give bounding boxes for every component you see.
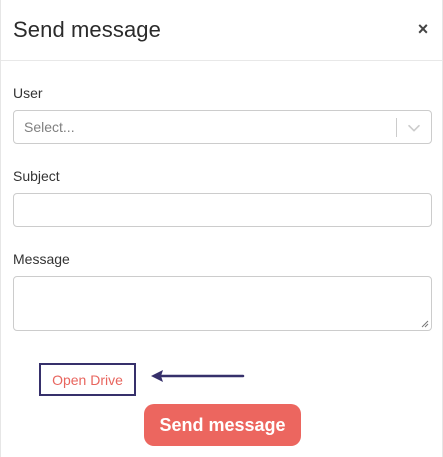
modal-title: Send message: [13, 17, 161, 42]
modal-header: Send message ×: [1, 0, 442, 61]
message-textarea[interactable]: [13, 276, 432, 331]
arrow-left-icon: [151, 370, 245, 382]
close-button[interactable]: ×: [414, 18, 432, 40]
message-label: Message: [13, 251, 70, 267]
user-select[interactable]: Select...: [13, 110, 432, 144]
user-select-placeholder: Select...: [24, 119, 75, 135]
close-icon: ×: [417, 19, 429, 39]
user-label: User: [13, 85, 43, 101]
resize-grip-icon[interactable]: [421, 320, 429, 328]
send-message-modal: Send message × User Select... Subject Me…: [0, 0, 443, 457]
chevron-down-icon[interactable]: [405, 119, 423, 137]
send-message-button[interactable]: Send message: [144, 404, 301, 446]
select-separator: [396, 118, 397, 137]
subject-label: Subject: [13, 168, 60, 184]
subject-input[interactable]: [13, 193, 432, 227]
open-drive-button[interactable]: Open Drive: [39, 363, 136, 396]
